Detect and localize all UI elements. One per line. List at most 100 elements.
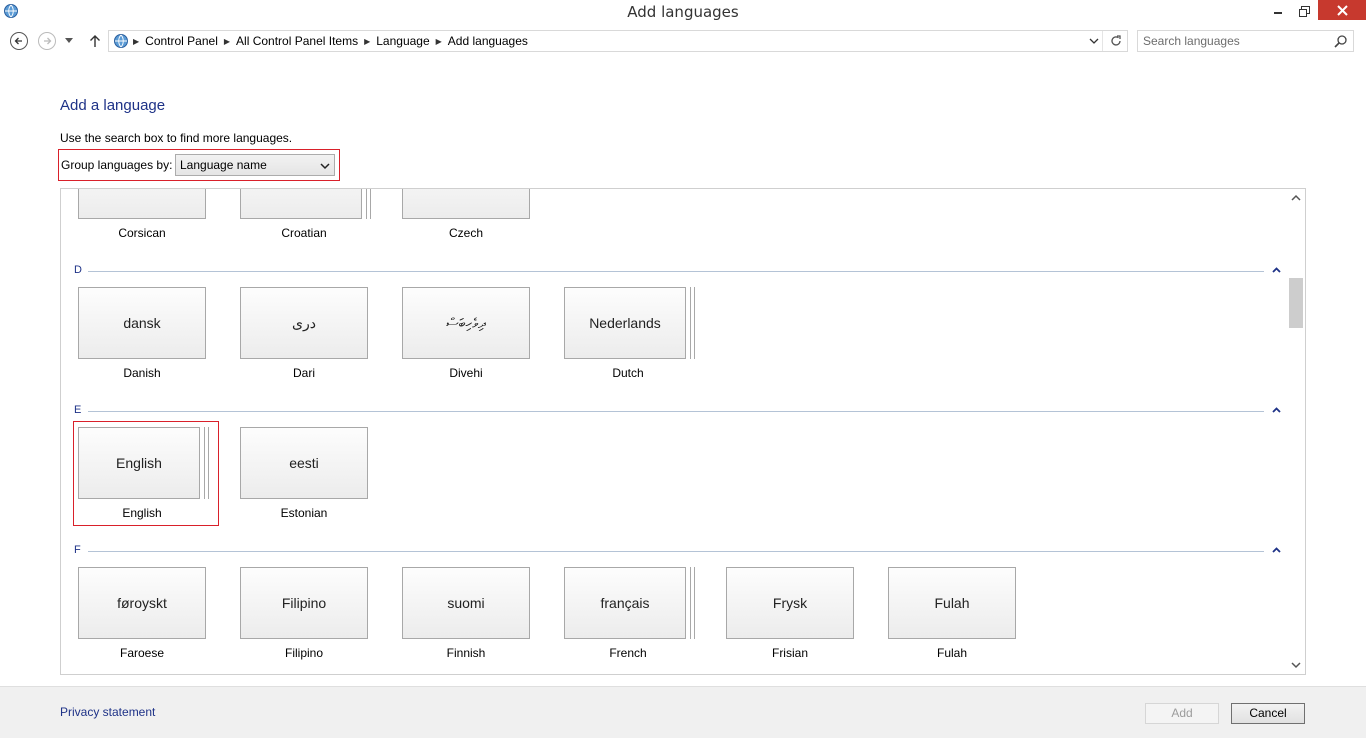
language-tile-dutch[interactable]: Nederlands Dutch [564, 287, 695, 380]
language-tile-croatian[interactable]: Croatian [240, 189, 371, 240]
breadcrumb-separator-icon[interactable]: ▶ [131, 37, 141, 46]
close-button[interactable] [1318, 0, 1366, 20]
language-tile-dari[interactable]: دری Dari [240, 287, 368, 380]
maximize-button[interactable] [1290, 0, 1318, 22]
language-tile-face: ދިވެހިބަސް [402, 287, 530, 359]
forward-button[interactable] [37, 31, 57, 51]
scrollbar-thumb[interactable] [1289, 278, 1303, 328]
language-tile-english[interactable]: English English [78, 427, 209, 520]
language-tile-corsican[interactable]: Corsican [78, 189, 206, 240]
add-button[interactable]: Add [1145, 703, 1219, 724]
language-name: Croatian [281, 226, 327, 240]
page-title: Add a language [60, 97, 166, 114]
breadcrumb-separator-icon[interactable]: ▶ [222, 37, 232, 46]
group-divider [88, 271, 1264, 272]
tile-stack-edge [686, 567, 691, 639]
title-bar: Add languages [0, 0, 1366, 26]
search-icon[interactable] [1334, 34, 1348, 48]
language-tile-fulah[interactable]: Fulah Fulah [888, 567, 1016, 660]
collapse-chevron-up-icon[interactable] [1270, 264, 1282, 276]
language-tile-face: suomi [402, 567, 530, 639]
breadcrumb: ▶ Control Panel ▶ All Control Panel Item… [109, 31, 532, 51]
search-box[interactable] [1137, 30, 1354, 52]
breadcrumb-add-languages[interactable]: Add languages [444, 34, 532, 48]
navigation-bar: ▶ Control Panel ▶ All Control Panel Item… [0, 28, 1366, 54]
scroll-down-chevron-icon[interactable] [1291, 658, 1301, 672]
breadcrumb-language[interactable]: Language [372, 34, 433, 48]
language-name: French [609, 646, 647, 660]
refresh-icon[interactable] [1105, 31, 1127, 51]
group-divider [88, 411, 1264, 412]
language-tile-filipino[interactable]: Filipino Filipino [240, 567, 368, 660]
language-name: Divehi [449, 366, 483, 380]
group-header-d: D [74, 264, 1281, 278]
window-title: Add languages [627, 3, 739, 21]
back-button[interactable] [9, 31, 29, 51]
language-tile-face: eesti [240, 427, 368, 499]
language-name: Filipino [284, 646, 323, 660]
language-tile-face: Frysk [726, 567, 854, 639]
breadcrumb-separator-icon[interactable]: ▶ [362, 37, 372, 46]
vertical-scrollbar[interactable] [1288, 189, 1305, 674]
cancel-button[interactable]: Cancel [1231, 703, 1305, 724]
language-tile-face: français [564, 567, 686, 639]
breadcrumb-separator-icon[interactable]: ▶ [434, 37, 444, 46]
language-tile-face: dansk [78, 287, 206, 359]
control-panel-icon [113, 33, 131, 49]
language-tile-divehi[interactable]: ދިވެހިބަސް Divehi [402, 287, 530, 380]
language-tile-face: دری [240, 287, 368, 359]
language-name: Corsican [118, 226, 166, 240]
address-history-chevron-down-icon[interactable] [1085, 31, 1103, 51]
language-tile-face: Fulah [888, 567, 1016, 639]
collapse-chevron-up-icon[interactable] [1270, 404, 1282, 416]
group-letter: F [74, 544, 81, 556]
language-tile-finnish[interactable]: suomi Finnish [402, 567, 530, 660]
group-header-e: E [74, 404, 1281, 418]
language-tile-face: Nederlands [564, 287, 686, 359]
breadcrumb-all-items[interactable]: All Control Panel Items [232, 34, 362, 48]
collapse-chevron-up-icon[interactable] [1270, 544, 1282, 556]
language-tile-face [78, 189, 206, 219]
chevron-down-icon [320, 159, 330, 173]
language-name: Estonian [280, 506, 328, 520]
group-by-control: Group languages by: Language name [58, 149, 340, 181]
group-divider [88, 551, 1264, 552]
search-hint: Use the search box to find more language… [60, 131, 293, 145]
minimize-button[interactable] [1264, 0, 1292, 22]
language-name: Danish [123, 366, 161, 380]
language-name: Faroese [119, 646, 165, 660]
tile-stack-edge [686, 287, 691, 359]
language-name: Czech [448, 226, 483, 240]
language-tile-danish[interactable]: dansk Danish [78, 287, 206, 380]
breadcrumb-control-panel[interactable]: Control Panel [141, 34, 222, 48]
language-list[interactable]: Corsican Croatian Czech D dansk Danish د… [60, 188, 1306, 675]
language-tile-frisian[interactable]: Frysk Frisian [726, 567, 854, 660]
group-header-f: F [74, 544, 1281, 558]
language-tile-face: Filipino [240, 567, 368, 639]
footer: Privacy statement Add Cancel [0, 686, 1366, 738]
language-name: Dari [292, 366, 315, 380]
group-letter: E [74, 404, 82, 416]
search-input[interactable] [1138, 31, 1328, 51]
language-tile-czech[interactable]: Czech [402, 189, 530, 240]
up-arrow-icon[interactable] [85, 31, 105, 51]
group-by-select[interactable]: Language name [175, 154, 335, 176]
language-tile-face: English [78, 427, 200, 499]
scroll-up-chevron-icon[interactable] [1291, 191, 1301, 205]
group-by-value: Language name [180, 158, 267, 172]
language-tile-face: føroyskt [78, 567, 206, 639]
language-tile-faroese[interactable]: føroyskt Faroese [78, 567, 206, 660]
language-tile-french[interactable]: français French [564, 567, 695, 660]
privacy-statement-link[interactable]: Privacy statement [60, 705, 155, 719]
language-name: Dutch [612, 366, 644, 380]
language-name: English [122, 506, 162, 520]
address-bar[interactable]: ▶ Control Panel ▶ All Control Panel Item… [108, 30, 1128, 52]
language-name: Frisian [771, 646, 808, 660]
language-tile-estonian[interactable]: eesti Estonian [240, 427, 368, 520]
language-tile-face [402, 189, 530, 219]
tile-stack-edge [200, 427, 205, 499]
language-tile-face [240, 189, 362, 219]
recent-locations-chevron-down-icon[interactable] [63, 31, 75, 51]
group-by-label: Group languages by: [61, 158, 173, 172]
language-name: Fulah [936, 646, 968, 660]
